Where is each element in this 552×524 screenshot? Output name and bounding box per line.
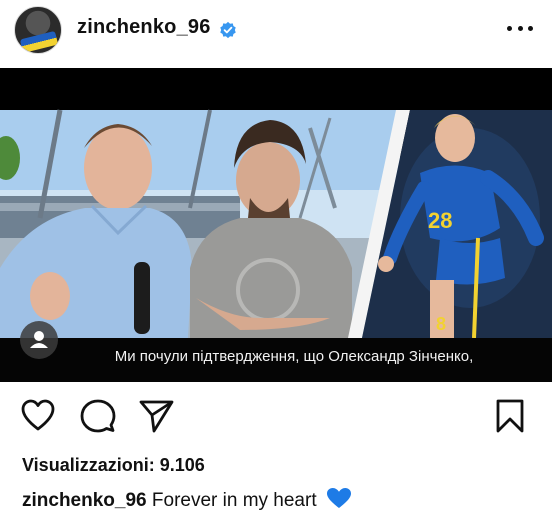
views-label: Visualizzazioni:: [22, 455, 155, 475]
user-tag-button[interactable]: [20, 321, 58, 359]
username-link[interactable]: zinchenko_96: [77, 16, 211, 39]
bookmark-icon[interactable]: [492, 398, 528, 434]
heart-outline-icon[interactable]: [20, 398, 56, 434]
more-horizontal-icon[interactable]: [507, 26, 533, 34]
verified-badge-icon: [220, 21, 236, 39]
post-caption: zinchenko_96 Forever in my heart: [22, 487, 352, 512]
avatar[interactable]: [14, 6, 62, 54]
shorts-number: 8: [436, 314, 446, 334]
caption-author-link[interactable]: zinchenko_96: [22, 490, 147, 511]
comment-bubble-icon[interactable]: [80, 398, 116, 434]
paper-plane-icon[interactable]: [138, 398, 174, 434]
jersey-number: 28: [428, 208, 452, 233]
caption-text: Forever in my heart: [151, 490, 317, 511]
video-frame-illustration: 28 8: [0, 68, 552, 382]
video-subtitle: Ми почули підтвердження, що Олександр Зі…: [114, 348, 474, 365]
post-header: zinchenko_96: [0, 0, 552, 68]
blue-heart-icon: [326, 488, 351, 508]
post-actions: [0, 392, 552, 440]
views-value: 9.106: [159, 455, 205, 475]
views-count: Visualizzazioni: 9.106: [22, 455, 205, 476]
flag-graphic: [19, 30, 59, 53]
user-icon: [30, 331, 48, 348]
post-video[interactable]: 28 8 Ми почули підтвердження, що Олексан…: [0, 68, 552, 382]
